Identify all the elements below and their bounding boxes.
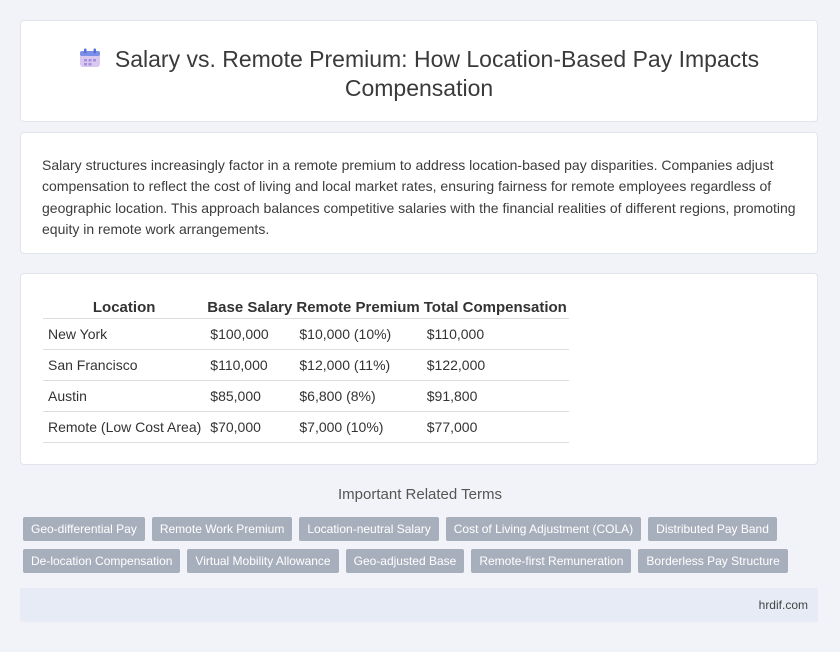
tag-remote-work-premium[interactable]: Remote Work Premium	[151, 517, 293, 541]
table-row: Austin $85,000 $6,800 (8%) $91,800	[43, 380, 569, 412]
compensation-table: Location Base Salary Remote Premium Tota…	[43, 296, 569, 443]
table-cell: Austin	[43, 380, 206, 412]
table-cell: $12,000 (11%)	[294, 349, 422, 381]
calendar-icon	[79, 46, 101, 67]
tag-location-neutral-salary[interactable]: Location-neutral Salary	[299, 517, 439, 541]
table-cell: $10,000 (10%)	[294, 318, 422, 350]
table-cell: New York	[43, 318, 206, 350]
tag-remote-first-remuneration[interactable]: Remote-first Remuneration	[471, 549, 632, 573]
column-header-total-compensation: Total Compensation	[421, 296, 569, 319]
tag-geo-differential-pay[interactable]: Geo-differential Pay	[23, 517, 145, 541]
tag-row: De-location Compensation Virtual Mobilit…	[23, 549, 813, 573]
table-cell: $91,800	[421, 380, 569, 412]
table-cell: $7,000 (10%)	[294, 411, 422, 443]
table-cell: $77,000	[421, 411, 569, 443]
intro-paragraph: Salary structures increasingly factor in…	[42, 157, 796, 238]
related-terms-list: Geo-differential Pay Remote Work Premium…	[23, 517, 813, 581]
table-row: New York $100,000 $10,000 (10%) $110,000	[43, 318, 569, 350]
table-cell: San Francisco	[43, 349, 206, 381]
footer-site-link[interactable]: hrdif.com	[759, 598, 808, 612]
table-cell: $85,000	[205, 380, 295, 412]
table-card: Location Base Salary Remote Premium Tota…	[20, 273, 818, 465]
related-terms-heading: Important Related Terms	[338, 486, 502, 503]
tag-geo-adjusted-base[interactable]: Geo-adjusted Base	[345, 549, 465, 573]
table-cell: $110,000	[205, 349, 295, 381]
footer: hrdif.com	[20, 588, 818, 622]
table-cell: $122,000	[421, 349, 569, 381]
header-card: Salary vs. Remote Premium: How Location-…	[20, 20, 818, 122]
tag-distributed-pay-band[interactable]: Distributed Pay Band	[648, 517, 777, 541]
intro-card: Salary structures increasingly factor in…	[20, 132, 818, 254]
tag-de-location-compensation[interactable]: De-location Compensation	[23, 549, 181, 573]
table-cell: $100,000	[205, 318, 295, 350]
page-title-row: Salary vs. Remote Premium: How Location-…	[21, 45, 817, 103]
column-header-location: Location	[43, 296, 206, 319]
table-row: Remote (Low Cost Area) $70,000 $7,000 (1…	[43, 411, 569, 443]
column-header-remote-premium: Remote Premium	[294, 296, 422, 319]
tag-cola[interactable]: Cost of Living Adjustment (COLA)	[445, 517, 642, 541]
table-row: San Francisco $110,000 $12,000 (11%) $12…	[43, 349, 569, 381]
table-cell: Remote (Low Cost Area)	[43, 411, 206, 443]
table-header-row: Location Base Salary Remote Premium Tota…	[43, 296, 569, 319]
table-cell: $6,800 (8%)	[294, 380, 422, 412]
tag-virtual-mobility-allowance[interactable]: Virtual Mobility Allowance	[187, 549, 339, 573]
column-header-base-salary: Base Salary	[205, 296, 295, 319]
table-cell: $70,000	[205, 411, 295, 443]
page-title: Salary vs. Remote Premium: How Location-…	[114, 46, 760, 101]
tag-row: Geo-differential Pay Remote Work Premium…	[23, 517, 813, 541]
table-cell: $110,000	[421, 318, 569, 350]
tag-borderless-pay-structure[interactable]: Borderless Pay Structure	[638, 549, 788, 573]
